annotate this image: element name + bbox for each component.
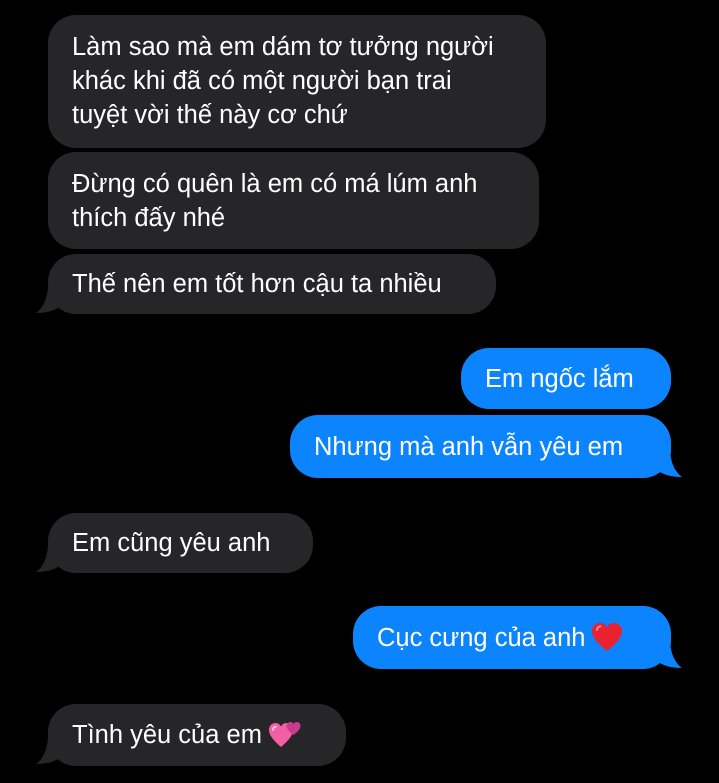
- two-hearts-icon: [268, 722, 301, 748]
- message-text-line: Đừng có quên là em có má lúm anh: [72, 170, 478, 198]
- message-bubble-sent[interactable]: Cục cưng của anh: [353, 606, 671, 669]
- message-text-line: tuyệt vời thế này cơ chứ: [72, 101, 348, 129]
- message-bubble-received[interactable]: Làm sao mà em dám tơ tưởng người khác kh…: [48, 15, 546, 148]
- bubble-tail: [660, 643, 682, 668]
- bubble-tail: [660, 452, 682, 477]
- bubble-tail: [36, 739, 58, 764]
- message-bubble-received[interactable]: Em cũng yêu anh: [48, 513, 313, 573]
- message-text-line: Cục cưng của anh: [377, 621, 647, 655]
- message-bubble-sent[interactable]: Nhưng mà anh vẫn yêu em: [290, 415, 671, 478]
- message-bubble-received[interactable]: Tình yêu của em: [48, 704, 346, 766]
- message-text-line: Làm sao mà em dám tơ tưởng người: [72, 33, 494, 61]
- red-heart-icon: [592, 623, 623, 652]
- message-bubble-sent[interactable]: Em ngốc lắm: [461, 348, 671, 409]
- bubble-tail: [36, 288, 58, 313]
- message-text-line: Tình yêu của em: [72, 718, 322, 752]
- message-bubble-received[interactable]: Đừng có quên là em có má lúm anh thích đ…: [48, 152, 539, 249]
- message-text-line: Thế nên em tốt hơn cậu ta nhiều: [72, 270, 442, 298]
- message-text: Tình yêu của em: [72, 721, 262, 749]
- bubble-tail: [36, 547, 58, 572]
- message-text-line: Em ngốc lắm: [485, 365, 634, 393]
- message-text-line: Nhưng mà anh vẫn yêu em: [314, 433, 624, 461]
- message-text: Cục cưng của anh: [377, 624, 586, 652]
- message-text-line: thích đấy nhé: [72, 204, 226, 232]
- message-text-line: khác khi đã có một người bạn trai: [72, 67, 452, 95]
- message-bubble-received[interactable]: Thế nên em tốt hơn cậu ta nhiều: [48, 254, 496, 314]
- message-text-line: Em cũng yêu anh: [72, 529, 271, 557]
